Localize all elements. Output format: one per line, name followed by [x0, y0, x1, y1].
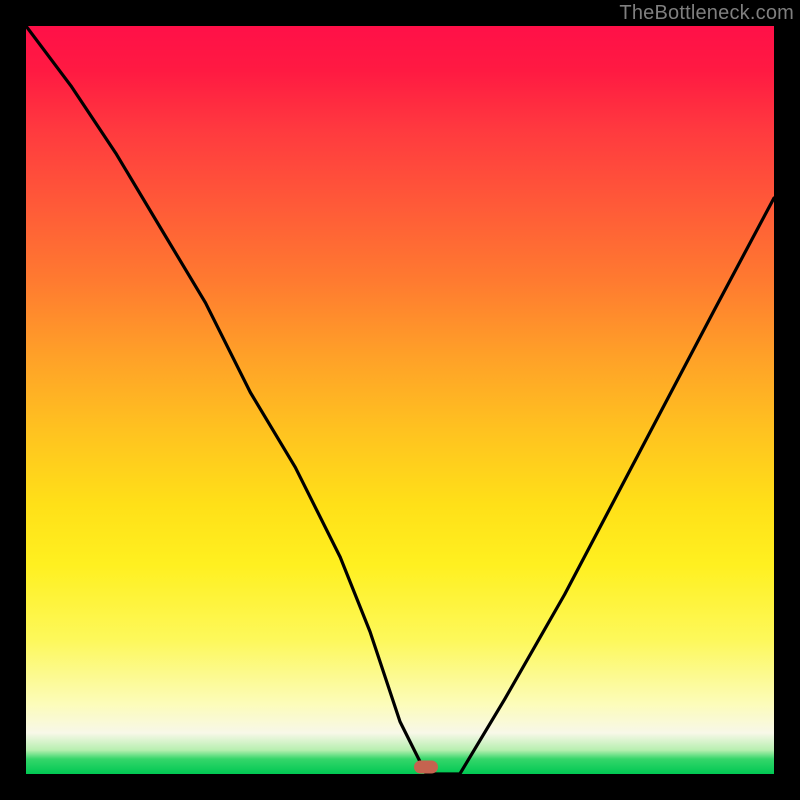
- bottleneck-curve: [26, 26, 774, 774]
- frame-bottom: [0, 774, 800, 800]
- watermark-text: TheBottleneck.com: [619, 2, 794, 25]
- plot-area: [26, 26, 774, 774]
- frame-left: [0, 0, 26, 800]
- chart-stage: TheBottleneck.com: [0, 0, 800, 800]
- frame-right: [774, 0, 800, 800]
- optimal-point-marker: [414, 760, 438, 773]
